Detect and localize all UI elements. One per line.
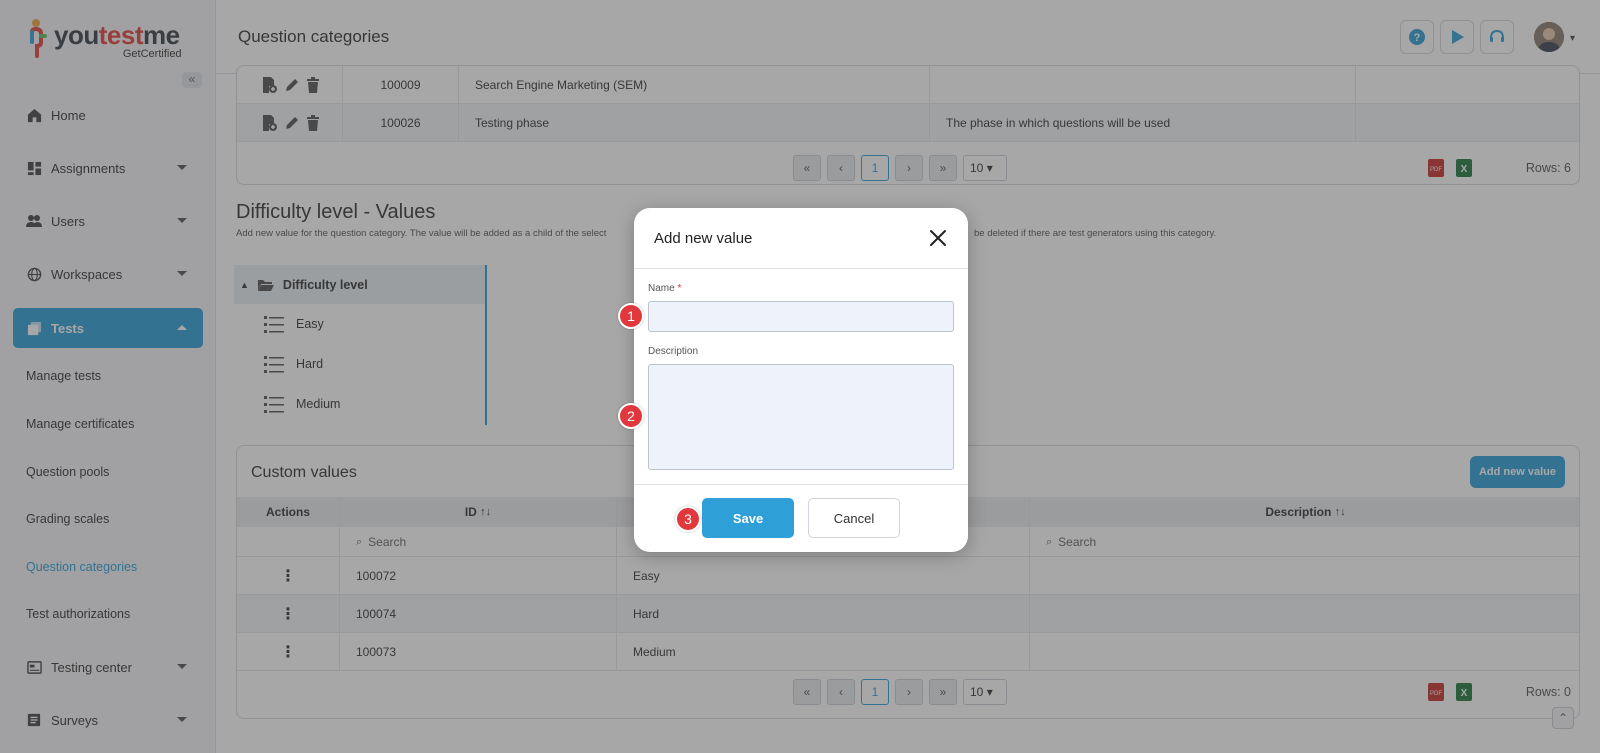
required-mark: * [677,283,682,294]
dialog-title: Add new value [654,230,753,247]
divider [634,484,968,485]
cancel-button[interactable]: Cancel [808,498,900,538]
save-button[interactable]: Save [702,498,794,538]
name-label: Name * [648,283,682,294]
close-icon[interactable] [928,228,948,248]
step-badge-2: 2 [618,403,644,429]
description-textarea[interactable] [648,364,954,470]
name-input[interactable] [648,301,954,332]
add-new-value-dialog: Add new value Name * Description Save Ca… [634,208,968,552]
step-badge-1: 1 [618,303,644,329]
step-badge-3: 3 [675,506,701,532]
description-label: Description [648,346,699,357]
divider [634,268,968,269]
